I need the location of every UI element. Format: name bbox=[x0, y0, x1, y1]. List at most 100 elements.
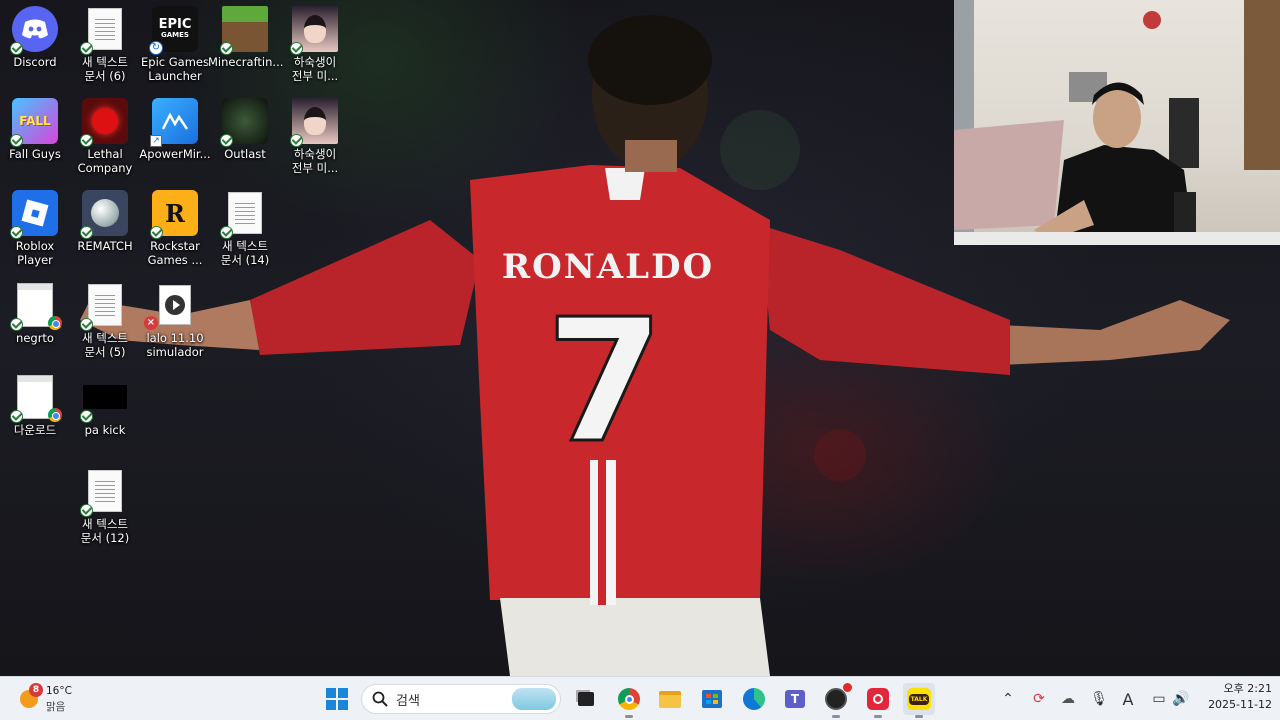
taskbar-microsoft-store[interactable] bbox=[696, 683, 728, 715]
kakaotalk-icon: TALK bbox=[907, 688, 931, 710]
desktop-icon-label: Roblox Player bbox=[15, 239, 55, 267]
discord-icon bbox=[10, 6, 58, 55]
roblox-icon bbox=[10, 190, 58, 239]
desktop-icon-discord[interactable]: Discord bbox=[0, 0, 70, 86]
desktop-icon-rematch[interactable]: REMATCH bbox=[70, 184, 140, 270]
sync-check-icon bbox=[10, 42, 23, 55]
sync-check-icon bbox=[150, 226, 163, 239]
tray-input-method-indicator[interactable]: A bbox=[1118, 689, 1138, 709]
text-document-icon bbox=[80, 282, 128, 331]
red-app-icon bbox=[867, 688, 889, 710]
desktop-icon-label: lalo 11.10 simulador bbox=[146, 331, 204, 359]
taskbar-kakaotalk[interactable]: TALK bbox=[903, 683, 935, 718]
taskbar-search-box[interactable]: 검색 bbox=[361, 684, 561, 714]
desktop-icon-label: 새 텍스트 문서 (12) bbox=[80, 517, 130, 545]
tray-sync-icon[interactable]: ⟳ bbox=[1029, 689, 1049, 709]
jersey-number: 7 bbox=[546, 283, 664, 481]
desktop-icon-fall-guys[interactable]: FALL Fall Guys bbox=[0, 92, 70, 178]
kakaotalk-icon-text: TALK bbox=[908, 693, 930, 705]
fall-guys-icon: FALL bbox=[10, 98, 58, 147]
chrome-badge-icon bbox=[48, 408, 62, 422]
desktop-icon-negrto[interactable]: negrto bbox=[0, 276, 70, 362]
epic-logo-text: EPIC bbox=[158, 17, 192, 32]
desktop-icon-label: Epic Games Launcher bbox=[141, 55, 209, 83]
taskbar-obs[interactable] bbox=[820, 683, 852, 718]
webcam-overlay bbox=[954, 0, 1280, 245]
web-document-icon bbox=[10, 282, 62, 331]
taskbar-clock[interactable]: 오후 2:21 2025-11-12 bbox=[1198, 681, 1272, 717]
sync-check-icon bbox=[80, 42, 93, 55]
desktop-icon-label: ApowerMir... bbox=[139, 147, 211, 161]
obs-icon bbox=[825, 683, 852, 710]
taskbar-chrome[interactable] bbox=[613, 683, 645, 718]
weather-temperature: 16°C bbox=[46, 685, 72, 697]
text-document-icon bbox=[80, 468, 128, 517]
desktop-icon-roblox-player[interactable]: Roblox Player bbox=[0, 184, 70, 270]
task-view-button[interactable] bbox=[570, 683, 602, 715]
search-highlight-icon bbox=[512, 688, 556, 710]
tray-microphone-icon[interactable]: 🎙 bbox=[1089, 689, 1109, 709]
sync-check-icon bbox=[220, 226, 233, 239]
desktop-icon-label: 새 텍스트 문서 (5) bbox=[82, 331, 128, 359]
edge-icon bbox=[743, 688, 765, 710]
taskbar-red-app[interactable] bbox=[862, 683, 894, 718]
tray-volume-icon[interactable]: 🔊 bbox=[1171, 689, 1191, 709]
sync-check-icon bbox=[290, 134, 303, 147]
desktop-icon-apowermirror[interactable]: ↗ ApowerMir... bbox=[139, 92, 211, 178]
desktop-icon-text-doc-12[interactable]: 새 텍스트 문서 (12) bbox=[70, 462, 140, 548]
weather-notification-badge: 8 bbox=[29, 683, 43, 697]
chrome-icon bbox=[618, 688, 640, 710]
sync-check-icon bbox=[80, 504, 93, 517]
tray-onedrive-error-icon[interactable]: ☁ bbox=[1058, 689, 1078, 709]
desktop-icon-lalo-simulador[interactable]: × lalo 11.10 simulador bbox=[140, 276, 210, 362]
teams-icon: T bbox=[785, 690, 805, 708]
video-file-icon: × bbox=[144, 282, 198, 330]
taskbar-edge[interactable] bbox=[738, 683, 770, 715]
desktop-icon-label: pa kick bbox=[84, 423, 126, 437]
desktop-icon-label: 새 텍스트 문서 (6) bbox=[82, 55, 128, 83]
sync-error-icon: × bbox=[144, 316, 158, 330]
shortcut-arrow-icon: ↗ bbox=[150, 135, 162, 147]
clock-time: 오후 2:21 bbox=[1223, 682, 1272, 695]
tray-network-icon[interactable]: ▭ bbox=[1149, 689, 1169, 709]
sync-check-icon bbox=[10, 134, 23, 147]
tray-overflow-chevron-icon[interactable]: ⌃ bbox=[998, 689, 1018, 709]
desktop-icon-haksuksaeng-2[interactable]: 하숙생이 전부 미... bbox=[280, 92, 350, 178]
sync-check-icon bbox=[80, 134, 93, 147]
lethal-company-icon bbox=[80, 98, 128, 147]
desktop-icon-epic-games-launcher[interactable]: EPIC GAMES ↻ Epic Games Launcher bbox=[140, 0, 210, 86]
desktop-icon-minecraft[interactable]: Minecraftin... bbox=[208, 0, 283, 86]
recording-indicator-icon bbox=[843, 683, 852, 692]
desktop-icon-lethal-company[interactable]: Lethal Company bbox=[70, 92, 140, 178]
desktop-icon-haksuksaeng-1[interactable]: 하숙생이 전부 미... bbox=[280, 0, 350, 86]
apowermirror-icon: ↗ bbox=[150, 98, 198, 147]
store-icon bbox=[702, 690, 722, 708]
web-document-icon bbox=[10, 374, 62, 423]
sync-check-icon bbox=[10, 226, 23, 239]
desktop-icon-text-doc-5[interactable]: 새 텍스트 문서 (5) bbox=[70, 276, 140, 362]
desktop-icon-label: Lethal Company bbox=[77, 147, 133, 175]
desktop-icon-label: 새 텍스트 문서 (14) bbox=[220, 239, 270, 267]
desktop-icon-label: Discord bbox=[13, 55, 57, 69]
desktop-icon-label: REMATCH bbox=[77, 239, 133, 253]
desktop-icon-rockstar-games[interactable]: R Rockstar Games ... bbox=[140, 184, 210, 270]
taskbar-file-explorer[interactable] bbox=[654, 683, 686, 715]
epic-games-icon: EPIC GAMES ↻ bbox=[149, 6, 198, 55]
desktop-icon-outlast[interactable]: Outlast bbox=[210, 92, 280, 178]
minecraft-grass-block-icon bbox=[220, 6, 268, 55]
webcam-feed-image bbox=[954, 0, 1280, 245]
desktop-icon-text-doc-6[interactable]: 새 텍스트 문서 (6) bbox=[70, 0, 140, 86]
windows-logo-icon bbox=[326, 688, 348, 710]
desktop-icon-text-doc-14[interactable]: 새 텍스트 문서 (14) bbox=[210, 184, 280, 270]
desktop-icon-label: 다운로드 bbox=[13, 423, 57, 437]
outlast-icon bbox=[220, 98, 268, 147]
start-button[interactable] bbox=[321, 683, 353, 715]
taskbar-teams[interactable]: T bbox=[779, 683, 811, 715]
weather-widget[interactable]: 8 16°C 맑음 bbox=[16, 683, 86, 715]
sync-check-icon bbox=[10, 410, 23, 423]
desktop-icon-label: 하숙생이 전부 미... bbox=[291, 147, 339, 175]
desktop-icon-downloads[interactable]: 다운로드 bbox=[0, 368, 70, 454]
desktop-icon-pa-kick[interactable]: pa kick bbox=[70, 368, 140, 454]
sync-check-icon bbox=[80, 410, 93, 423]
epic-logo-subtext: GAMES bbox=[161, 31, 189, 39]
